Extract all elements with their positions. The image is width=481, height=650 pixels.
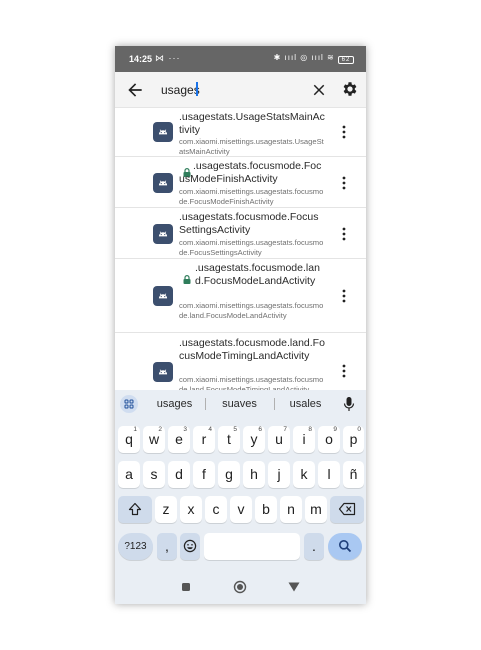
home-icon[interactable] [233,580,247,594]
search-input[interactable] [161,82,301,98]
status-bar: 14:25 ⋈ ··· ✱ ıııl ◎ ıııl ≋ 62 [115,46,366,72]
item-subtitle: com.xiaomi.misettings.usagestats.focusmo… [179,375,324,390]
key-z[interactable]: z [155,496,177,523]
android-app-icon [153,286,173,306]
key-e[interactable]: e3 [168,426,190,453]
item-title: .usagestats.focusmode.FocusSettingsActiv… [179,211,319,236]
key-p[interactable]: p0 [343,426,364,453]
key-r[interactable]: r4 [193,426,215,453]
comma-key[interactable]: , [157,533,177,560]
item-title: .usagestats.UsageStatsMainActivity [179,111,325,136]
more-options-icon[interactable] [339,289,349,303]
suggestion-suaves[interactable]: suaves [212,398,267,410]
search-bar [115,72,366,108]
key-l[interactable]: l [318,461,340,488]
key-k[interactable]: k [293,461,315,488]
mic-icon[interactable] [343,396,355,412]
space-key[interactable] [204,533,300,560]
key-d[interactable]: d [168,461,190,488]
list-item[interactable]: .usagestats.focusmode.land.FocusModeLand… [115,259,366,333]
android-app-icon [153,224,173,244]
key-m[interactable]: m [305,496,327,523]
search-key[interactable] [328,533,362,560]
close-icon[interactable] [310,81,328,99]
list-item[interactable]: .usagestats.focusmode.FocusModeFinishAct… [115,157,366,208]
search-icon [339,540,352,553]
suggestion-divider [274,398,275,410]
key-v[interactable]: v [230,496,252,523]
item-subtitle: com.xiaomi.misettings.usagestats.focusmo… [179,187,324,206]
android-app-icon [153,173,173,193]
backspace-icon [338,502,356,516]
emoji-icon [183,539,197,553]
apps-grid-icon[interactable] [120,395,138,413]
notification-icons: ⋈ ··· [155,53,181,63]
gear-icon[interactable] [341,80,359,98]
item-title: .usagestats.focusmode.land.FocusModeLand… [195,262,320,287]
android-app-icon [153,122,173,142]
key-h[interactable]: h [243,461,265,488]
shift-icon [128,502,142,516]
suggestion-usales[interactable]: usales [278,398,333,410]
key-b[interactable]: b [255,496,277,523]
lock-icon [183,275,191,284]
key-i[interactable]: i8 [293,426,315,453]
navigation-bar [115,572,366,604]
key-n-tilde[interactable]: ñ [343,461,364,488]
key-o[interactable]: o9 [318,426,340,453]
key-f[interactable]: f [193,461,215,488]
emoji-key[interactable] [180,533,200,560]
more-options-icon[interactable] [339,227,349,241]
item-subtitle: com.xiaomi.misettings.usagestats.focusmo… [179,301,324,320]
item-subtitle: com.xiaomi.misettings.usagestats.focusmo… [179,238,324,257]
item-title: .usagestats.focusmode.FocusModeFinishAct… [179,160,322,185]
key-n[interactable]: n [280,496,302,523]
backspace-key[interactable] [330,496,364,523]
key-w[interactable]: w2 [143,426,165,453]
list-item[interactable]: .usagestats.focusmode.FocusSettingsActiv… [115,208,366,259]
recents-icon[interactable] [181,582,191,592]
list-item[interactable]: .usagestats.UsageStatsMainActivity com.x… [115,108,366,157]
status-time: 14:25 [129,54,153,64]
suggestion-divider [205,398,206,410]
item-subtitle: com.xiaomi.misettings.usagestats.UsageSt… [179,137,324,156]
suggestion-bar: usages suaves usales [115,390,366,416]
activity-list: .usagestats.UsageStatsMainActivity com.x… [115,108,366,390]
shift-key[interactable] [118,496,152,523]
more-options-icon[interactable] [339,176,349,190]
key-y[interactable]: y6 [243,426,265,453]
suggestion-usages[interactable]: usages [147,398,202,410]
text-caret [196,82,198,96]
key-a[interactable]: a [118,461,140,488]
list-item[interactable]: .usagestats.focusmode.land.FocusModeTimi… [115,333,366,390]
symbols-key[interactable]: ?123 [118,533,153,560]
back-icon[interactable] [288,582,300,592]
phone-screen: 14:25 ⋈ ··· ✱ ıııl ◎ ıııl ≋ 62 .usagesta… [115,46,366,604]
back-arrow-icon[interactable] [125,80,145,100]
key-j[interactable]: j [268,461,290,488]
key-u[interactable]: u7 [268,426,290,453]
key-x[interactable]: x [180,496,202,523]
key-c[interactable]: c [205,496,227,523]
key-q[interactable]: q1 [118,426,140,453]
item-title: .usagestats.focusmode.land.FocusModeTimi… [179,337,325,362]
battery-icon: 62 [338,56,354,64]
more-options-icon[interactable] [339,125,349,139]
more-options-icon[interactable] [339,364,349,378]
key-g[interactable]: g [218,461,240,488]
period-key[interactable]: . [304,533,324,560]
system-status-icons: ✱ ıııl ◎ ıııl ≋ 62 [273,53,354,64]
connectivity-icons: ✱ ıııl ◎ ıııl ≋ [273,53,335,62]
key-s[interactable]: s [143,461,165,488]
key-t[interactable]: t5 [218,426,240,453]
android-app-icon [153,362,173,382]
